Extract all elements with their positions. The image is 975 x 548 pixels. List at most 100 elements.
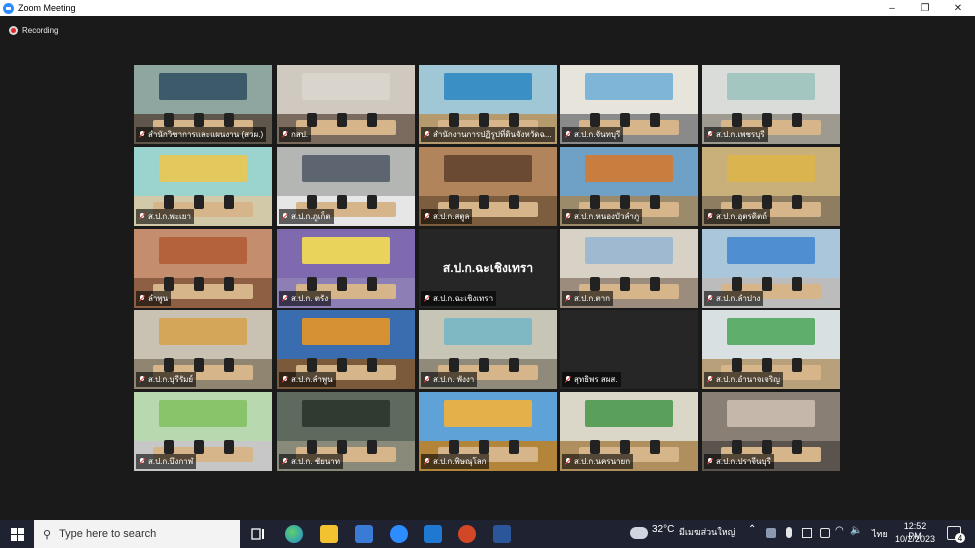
participant-name: สุทธิพร สผส.	[574, 375, 618, 384]
participant-name-label: ส.ป.ก.จันทบุรี	[562, 127, 624, 142]
participant-tile[interactable]: ส.ป.ก.เพชรบุรี	[702, 65, 840, 144]
muted-mic-icon	[565, 376, 571, 383]
participant-tile[interactable]: ส.ป.ก.ภูเก็ต	[277, 147, 415, 226]
display-icon[interactable]	[820, 528, 830, 538]
edge-icon[interactable]	[285, 525, 303, 543]
store-icon[interactable]	[355, 525, 373, 543]
task-view-icon[interactable]	[249, 525, 267, 543]
participant-name-label: ส.ป.ก.สตูล	[421, 209, 473, 224]
muted-mic-icon	[139, 376, 145, 383]
participant-name: ส.ป.ก.นครนายก	[574, 457, 631, 466]
muted-mic-icon	[707, 458, 713, 465]
meet-now-icon[interactable]	[802, 528, 812, 538]
participant-name-label: ส.ป.ก.ลำพูน	[279, 372, 336, 387]
participant-name: ส.ป.ก. พังงา	[433, 375, 475, 384]
participant-name-label: ส.ป.ก. ตรัง	[279, 291, 332, 306]
muted-mic-icon	[424, 376, 430, 383]
participant-tile[interactable]: สำนักวิชาการและแผนงาน (สวผ.)	[134, 65, 272, 144]
muted-mic-icon	[565, 213, 571, 220]
participant-tile[interactable]: ส.ป.ก.พะเยา	[134, 147, 272, 226]
weather-cloud-icon[interactable]	[630, 527, 648, 539]
participant-name: ส.ป.ก.หนองบัวลำภู	[574, 212, 640, 221]
participant-tile[interactable]: ส.ป.ก.ลำปาง	[702, 229, 840, 308]
participant-name: ส.ป.ก.ภูเก็ต	[291, 212, 331, 221]
participant-name-label: ส.ป.ก.อุตรดิตถ์	[704, 209, 771, 224]
muted-mic-icon	[707, 295, 713, 302]
chevron-up-icon[interactable]: ⌃	[748, 524, 756, 535]
participant-name: ส.ป.ก.บุรีรัมย์	[148, 375, 194, 384]
muted-mic-icon	[565, 295, 571, 302]
participant-name-label: ส.ป.ก.พิษณุโลก	[421, 454, 490, 469]
participant-name-label: สุทธิพร สผส.	[562, 372, 621, 387]
clock-date[interactable]: 10/2/2023	[893, 534, 937, 544]
volume-icon[interactable]: 🔈	[850, 525, 862, 536]
participant-tile[interactable]: ส.ป.ก.อุตรดิตถ์	[702, 147, 840, 226]
participant-tile[interactable]: ส.ป.ก.หนองบัวลำภู	[560, 147, 698, 226]
wifi-icon[interactable]: ◠	[835, 525, 844, 536]
minimize-button[interactable]: –	[876, 0, 908, 16]
participant-name: ส.ป.ก.ลำพูน	[291, 375, 333, 384]
participant-name: ส.ป.ก.ฉะเชิงเทรา	[433, 294, 494, 303]
close-button[interactable]: ✕	[942, 0, 974, 16]
weather-description[interactable]: มีเมฆส่วนใหญ่	[679, 525, 735, 539]
muted-mic-icon	[707, 131, 713, 138]
microphone-icon[interactable]	[786, 527, 792, 538]
restore-button[interactable]: ❐	[909, 0, 941, 16]
muted-mic-icon	[282, 131, 288, 138]
participant-tile[interactable]: ส.ป.ก. ตรัง	[277, 229, 415, 308]
participant-tile[interactable]: ส.ป.ก.บุรีรัมย์	[134, 310, 272, 389]
word-icon[interactable]	[493, 525, 511, 543]
mail-icon[interactable]	[424, 525, 442, 543]
participant-name-label: สำนักงานการปฏิรูปที่ดินจังหวัดฉ...	[421, 127, 555, 142]
start-button[interactable]	[0, 520, 34, 548]
participant-name: ส.ป.ก.เพชรบุรี	[716, 130, 765, 139]
participant-name: ส.ป.ก. ตรัง	[291, 294, 329, 303]
muted-mic-icon	[139, 131, 145, 138]
muted-mic-icon	[424, 213, 430, 220]
participant-tile[interactable]: ส.ป.ก.อำนาจเจริญ	[702, 310, 840, 389]
participant-tile[interactable]: ส.ป.ก. พังงา	[419, 310, 557, 389]
participant-tile[interactable]: ส.ป.ก.ตาก	[560, 229, 698, 308]
participant-tile[interactable]: ส.ป.ก.บึงกาฬ	[134, 392, 272, 471]
window-titlebar: Zoom Meeting	[0, 0, 975, 16]
participant-name-label: ส.ป.ก.พะเยา	[136, 209, 194, 224]
participant-tile[interactable]: ส.ป.ก.พิษณุโลก	[419, 392, 557, 471]
file-explorer-icon[interactable]	[320, 525, 338, 543]
participant-name-label: สำนักวิชาการและแผนงาน (สวผ.)	[136, 127, 267, 142]
participant-tile[interactable]: ส.ป.ก.นครนายก	[560, 392, 698, 471]
powerpoint-icon[interactable]	[458, 525, 476, 543]
participant-name: ส.ป.ก. ชัยนาท	[291, 457, 341, 466]
participant-tile[interactable]: สำนักงานการปฏิรูปที่ดินจังหวัดฉ...	[419, 65, 557, 144]
participant-name-label: ส.ป.ก.บึงกาฬ	[136, 454, 197, 469]
temperature[interactable]: 32°C	[652, 524, 674, 535]
participant-tile[interactable]: สุทธิพร สผส.	[560, 310, 698, 389]
participant-tile[interactable]: ส.ป.ก.ลำพูน	[277, 310, 415, 389]
participant-tile[interactable]: ลำพูน	[134, 229, 272, 308]
participant-name: กสป.	[291, 130, 309, 139]
tray-app-icon[interactable]	[766, 528, 776, 538]
participant-tile[interactable]: กสป.	[277, 65, 415, 144]
video-grid: สำนักวิชาการและแผนงาน (สวผ.) กสป. สำนักงาน…	[134, 65, 840, 471]
recording-icon	[9, 26, 18, 35]
participant-name: ส.ป.ก.ลำปาง	[716, 294, 761, 303]
recording-indicator[interactable]: Recording	[9, 26, 58, 35]
taskbar-search[interactable]: ⚲ Type here to search	[34, 520, 240, 548]
muted-mic-icon	[282, 458, 288, 465]
participant-name-label: กสป.	[279, 127, 312, 142]
participant-tile[interactable]: ส.ป.ก.ฉะเชิงเทรา ส.ป.ก.ฉะเชิงเทรา	[419, 229, 557, 308]
participant-name: สำนักงานการปฏิรูปที่ดินจังหวัดฉ...	[433, 130, 552, 139]
notification-center-icon[interactable]: 4	[947, 526, 965, 543]
participant-tile[interactable]: ส.ป.ก. ชัยนาท	[277, 392, 415, 471]
participant-name: ส.ป.ก.ตาก	[574, 294, 611, 303]
participant-tile[interactable]: ส.ป.ก.ปราจีนบุรี	[702, 392, 840, 471]
participant-display-name: ส.ป.ก.ฉะเชิงเทรา	[442, 261, 534, 275]
muted-mic-icon	[282, 213, 288, 220]
participant-tile[interactable]: ส.ป.ก.จันทบุรี	[560, 65, 698, 144]
muted-mic-icon	[139, 458, 145, 465]
notification-count: 4	[955, 533, 965, 543]
language-indicator[interactable]: ไทย	[872, 527, 888, 541]
participant-tile[interactable]: ส.ป.ก.สตูล	[419, 147, 557, 226]
zoom-app-icon[interactable]	[390, 525, 408, 543]
search-icon: ⚲	[43, 528, 52, 541]
muted-mic-icon	[424, 458, 430, 465]
